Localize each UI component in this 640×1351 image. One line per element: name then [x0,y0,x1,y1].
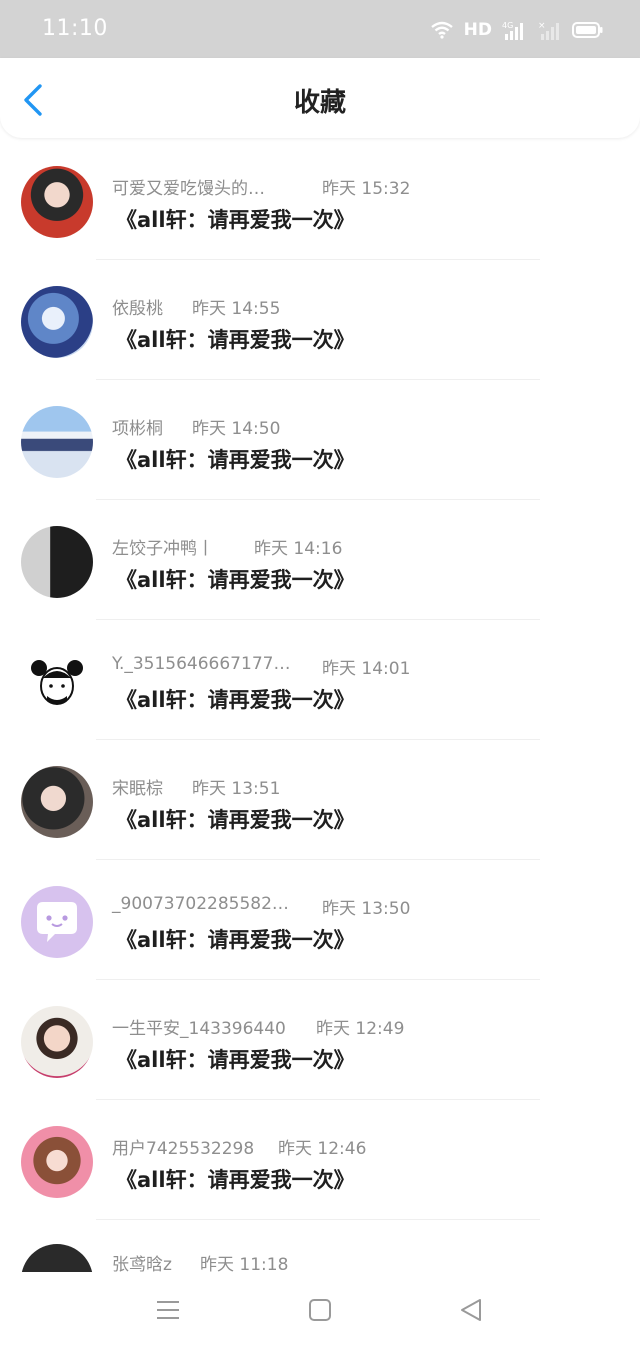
avatar[interactable] [21,1244,93,1272]
battery-icon [572,22,603,38]
list-item[interactable]: _90073702285582… 昨天 13:50 《all轩：请再爱我一次》 [0,860,640,980]
avatar[interactable] [21,166,93,238]
item-username: 张鸢晗z [112,1255,172,1272]
chat-bubble-icon [37,902,77,942]
avatar[interactable] [21,766,93,838]
item-message: 《all轩：请再爱我一次》 [116,448,355,472]
item-message: 《all轩：请再爱我一次》 [116,688,355,712]
menu-icon[interactable] [155,1298,181,1322]
list-item[interactable]: 可爱又爱吃馒头的… 昨天 15:32 《all轩：请再爱我一次》 [0,140,640,260]
item-message: 《all轩：请再爱我一次》 [116,568,355,592]
avatar[interactable] [21,1126,93,1198]
item-time: 昨天 14:50 [192,419,281,439]
avatar[interactable] [21,1006,93,1078]
item-username: 项彬桐 [112,419,163,439]
list-item[interactable]: 一生平安_143396440 昨天 12:49 《all轩：请再爱我一次》 [0,980,640,1100]
list-item[interactable]: 用户7425532298 昨天 12:46 《all轩：请再爱我一次》 [0,1100,640,1220]
svg-text:×: × [538,21,546,31]
item-username: 可爱又爱吃馒头的… [112,179,265,199]
item-username: 宋眠棕 [112,779,163,799]
item-message: 《all轩：请再爱我一次》 [116,328,355,352]
list-item[interactable]: 项彬桐 昨天 14:50 《all轩：请再爱我一次》 [0,380,640,500]
wifi-icon [430,21,453,39]
nav-bar: 收藏 [0,58,640,138]
list-item[interactable]: Y._3515646667177… 昨天 14:01 《all轩：请再爱我一次》 [0,620,640,740]
avatar[interactable] [21,406,93,478]
page-title: 收藏 [293,88,346,118]
svg-text:4G: 4G [502,21,513,30]
avatar[interactable] [21,646,93,718]
avatar[interactable] [21,286,93,358]
network-label: HD [463,20,492,40]
avatar[interactable] [21,886,93,958]
status-icons: HD 4G × [430,18,604,42]
item-time: 昨天 12:49 [316,1019,405,1039]
home-icon[interactable] [308,1298,332,1322]
status-time: 11:10 [42,16,108,41]
list-item[interactable]: 左饺子冲鸭丨 昨天 14:16 《all轩：请再爱我一次》 [0,500,640,620]
item-time: 昨天 15:32 [322,179,411,199]
list-item[interactable]: 依殷桃 昨天 14:55 《all轩：请再爱我一次》 [0,260,640,380]
item-message: 《all轩：请再爱我一次》 [116,808,355,832]
back-triangle-icon[interactable] [458,1298,484,1322]
item-username: 左饺子冲鸭丨 [112,539,214,559]
signal-icon: 4G [502,21,523,40]
avatar[interactable] [21,526,93,598]
cartoon-face-icon [31,660,83,705]
item-time: 昨天 12:46 [278,1139,367,1159]
item-message: 《all轩：请再爱我一次》 [116,208,355,232]
item-message: 《all轩：请再爱我一次》 [116,928,355,952]
item-time: 昨天 14:16 [254,539,343,559]
list-item[interactable]: 宋眠棕 昨天 13:51 《all轩：请再爱我一次》 [0,740,640,860]
item-time: 昨天 13:51 [192,779,281,799]
status-bar: 11:10 HD 4G × [0,0,640,58]
item-time: 昨天 14:55 [192,299,281,319]
item-username: 一生平安_143396440 [112,1019,286,1039]
system-nav-bar [0,1272,640,1351]
item-username: 依殷桃 [112,299,163,319]
item-username: 用户7425532298 [112,1139,255,1159]
item-time: 昨天 14:01 [322,659,411,679]
signal-empty-icon: × [538,21,559,40]
item-username: Y._3515646667177… [112,654,291,674]
item-username: _90073702285582… [112,894,289,914]
item-time: 昨天 13:50 [322,899,411,919]
item-time: 昨天 11:18 [200,1255,289,1272]
item-message: 《all轩：请再爱我一次》 [116,1168,355,1192]
list-item[interactable]: 张鸢晗z 昨天 11:18 [0,1220,640,1272]
item-message: 《all轩：请再爱我一次》 [116,1048,355,1072]
